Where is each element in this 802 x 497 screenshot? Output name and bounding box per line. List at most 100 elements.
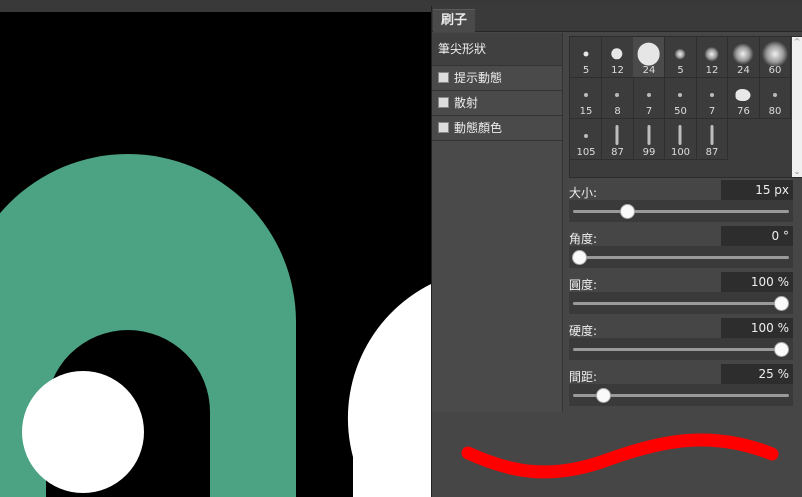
- brush-preset-list: 5 12 24 5 12 24 60 15 8 7 50 7 76 80 105 87 99 100 87: [570, 37, 794, 177]
- brush-size-label: 100: [670, 147, 691, 158]
- menu-item-label: 提示動態: [454, 71, 503, 85]
- hardness-control: 硬度: 100 %: [569, 318, 793, 362]
- angle-slider-track[interactable]: [573, 256, 789, 259]
- size-value-field[interactable]: 15 px: [721, 180, 793, 200]
- menu-item-tip-shape[interactable]: 筆尖形狀: [432, 33, 562, 66]
- stroke-preview-graphic: [461, 433, 779, 479]
- color-dynamics-checkbox[interactable]: [438, 122, 449, 133]
- roundness-control: 圓度: 100 %: [569, 272, 793, 316]
- app-window: 刷子 筆尖形狀 提示動態 散射 動態顏色 5 12 24 5 12 24 60 15 8 7 50 7…: [0, 0, 802, 497]
- brush-tip-icon: [709, 93, 714, 97]
- brush-preset[interactable]: 87: [696, 119, 728, 160]
- brush-stroke-preview: [432, 418, 802, 497]
- brush-tip-icon: [615, 125, 619, 145]
- menu-item-scatter[interactable]: 散射: [432, 91, 562, 116]
- brush-preset[interactable]: 50: [664, 78, 697, 119]
- red-stroke-preview: [461, 433, 779, 479]
- brush-preset[interactable]: 7: [696, 78, 728, 119]
- brush-tip-icon: [646, 93, 651, 97]
- spacing-slider-handle[interactable]: [596, 388, 612, 403]
- brush-size-label: 24: [737, 65, 750, 76]
- brush-size-label: 105: [576, 147, 596, 158]
- hardness-slider-handle[interactable]: [774, 342, 789, 357]
- brush-tip-icon: [710, 125, 713, 145]
- brush-preset[interactable]: 87: [601, 119, 634, 160]
- brush-size-label: 87: [611, 147, 624, 158]
- brush-size-label: 76: [737, 106, 750, 117]
- spacing-value-field[interactable]: 25 %: [721, 364, 793, 384]
- brush-tip-icon: [678, 125, 682, 145]
- tab-brush[interactable]: 刷子: [433, 9, 476, 32]
- hardness-value-field[interactable]: 100 %: [721, 318, 793, 338]
- menu-item-hint-dynamics[interactable]: 提示動態: [432, 66, 562, 91]
- brush-preset[interactable]: 8: [601, 78, 634, 119]
- brush-tip-icon: [583, 93, 588, 97]
- brush-preset[interactable]: 7: [633, 78, 665, 119]
- brush-size-label: 8: [614, 106, 621, 117]
- brush-tip-icon: [772, 93, 777, 97]
- brush-tip-icon: [761, 41, 788, 67]
- brush-size-label: 7: [708, 106, 716, 117]
- size-control: 大小: 15 px: [569, 180, 793, 224]
- brush-preset[interactable]: 12: [601, 37, 634, 78]
- brush-preset[interactable]: 80: [759, 78, 791, 119]
- brush-panel: 刷子 筆尖形狀 提示動態 散射 動態顏色 5 12 24 5 12 24 60 15 8 7 50 7…: [431, 6, 802, 497]
- brush-preset[interactable]: 99: [633, 119, 665, 160]
- roundness-label: 圓度:: [569, 278, 598, 292]
- scroll-up-icon[interactable]: ^: [792, 37, 802, 47]
- brush-preset[interactable]: 60: [759, 37, 791, 78]
- brush-tip-icon: [637, 42, 660, 66]
- brush-preset[interactable]: 100: [664, 119, 697, 160]
- brush-preset[interactable]: 105: [570, 119, 602, 160]
- roundness-slider-handle[interactable]: [774, 296, 789, 311]
- brush-options-menu: 筆尖形狀 提示動態 散射 動態顏色: [432, 33, 563, 412]
- brush-size-label: 5: [677, 65, 684, 76]
- brush-size-label: 99: [642, 147, 656, 158]
- brush-preset[interactable]: 24: [727, 37, 760, 78]
- hardness-slider-track[interactable]: [573, 348, 789, 351]
- brush-preset[interactable]: 76: [727, 78, 760, 119]
- size-label: 大小:: [569, 186, 598, 200]
- brush-preset[interactable]: 5: [664, 37, 697, 78]
- brush-preset[interactable]: 5: [570, 37, 602, 78]
- scroll-down-icon[interactable]: ⌄: [792, 167, 802, 177]
- roundness-value-field[interactable]: 100 %: [721, 272, 793, 292]
- angle-control: 角度: 0 °: [569, 226, 793, 270]
- brush-size-label: 12: [611, 65, 624, 76]
- drawing-canvas[interactable]: [0, 12, 431, 497]
- brush-tip-icon: [704, 46, 719, 62]
- brush-size-label: 60: [768, 65, 782, 76]
- brush-tip-icon: [674, 48, 686, 60]
- size-slider-track[interactable]: [573, 210, 789, 213]
- white-circle-shape: [22, 371, 144, 493]
- brush-size-label: 24: [642, 65, 656, 76]
- brush-preset-grid: 5 12 24 5 12 24 60 15 8 7 50 7 76 80 105 87 99 100 87 ^ ⌄: [569, 36, 802, 178]
- size-slider-handle[interactable]: [620, 204, 636, 219]
- brush-tip-icon: [678, 93, 682, 97]
- brush-tip-icon: [647, 125, 650, 145]
- spacing-control: 間距: 25 %: [569, 364, 793, 408]
- brush-tip-icon: [611, 48, 623, 60]
- roundness-slider-track[interactable]: [573, 302, 789, 305]
- brush-grid-scrollbar[interactable]: ^ ⌄: [792, 37, 802, 177]
- angle-value-field[interactable]: 0 °: [721, 226, 793, 246]
- brush-size-label: 80: [768, 106, 782, 117]
- brush-tip-icon: [735, 89, 751, 101]
- menu-item-color-dynamics[interactable]: 動態顏色: [432, 116, 562, 141]
- brush-preset[interactable]: 12: [696, 37, 728, 78]
- brush-tip-icon: [732, 43, 754, 65]
- canvas-artwork: [0, 154, 431, 497]
- angle-slider-handle[interactable]: [572, 250, 587, 265]
- brush-size-label: 15: [579, 106, 593, 117]
- menu-item-label: 筆尖形狀: [438, 42, 487, 56]
- white-arc-shape: [347, 284, 431, 497]
- brush-size-label: 50: [674, 106, 687, 117]
- scatter-checkbox[interactable]: [438, 97, 449, 108]
- brush-preset[interactable]: 24: [633, 37, 665, 78]
- brush-size-label: 7: [645, 106, 653, 117]
- spacing-label: 間距:: [569, 370, 598, 384]
- brush-tip-icon: [615, 93, 619, 97]
- brush-preset[interactable]: 15: [570, 78, 602, 119]
- menu-item-label: 動態顏色: [454, 121, 503, 135]
- hint-dynamics-checkbox[interactable]: [438, 72, 449, 83]
